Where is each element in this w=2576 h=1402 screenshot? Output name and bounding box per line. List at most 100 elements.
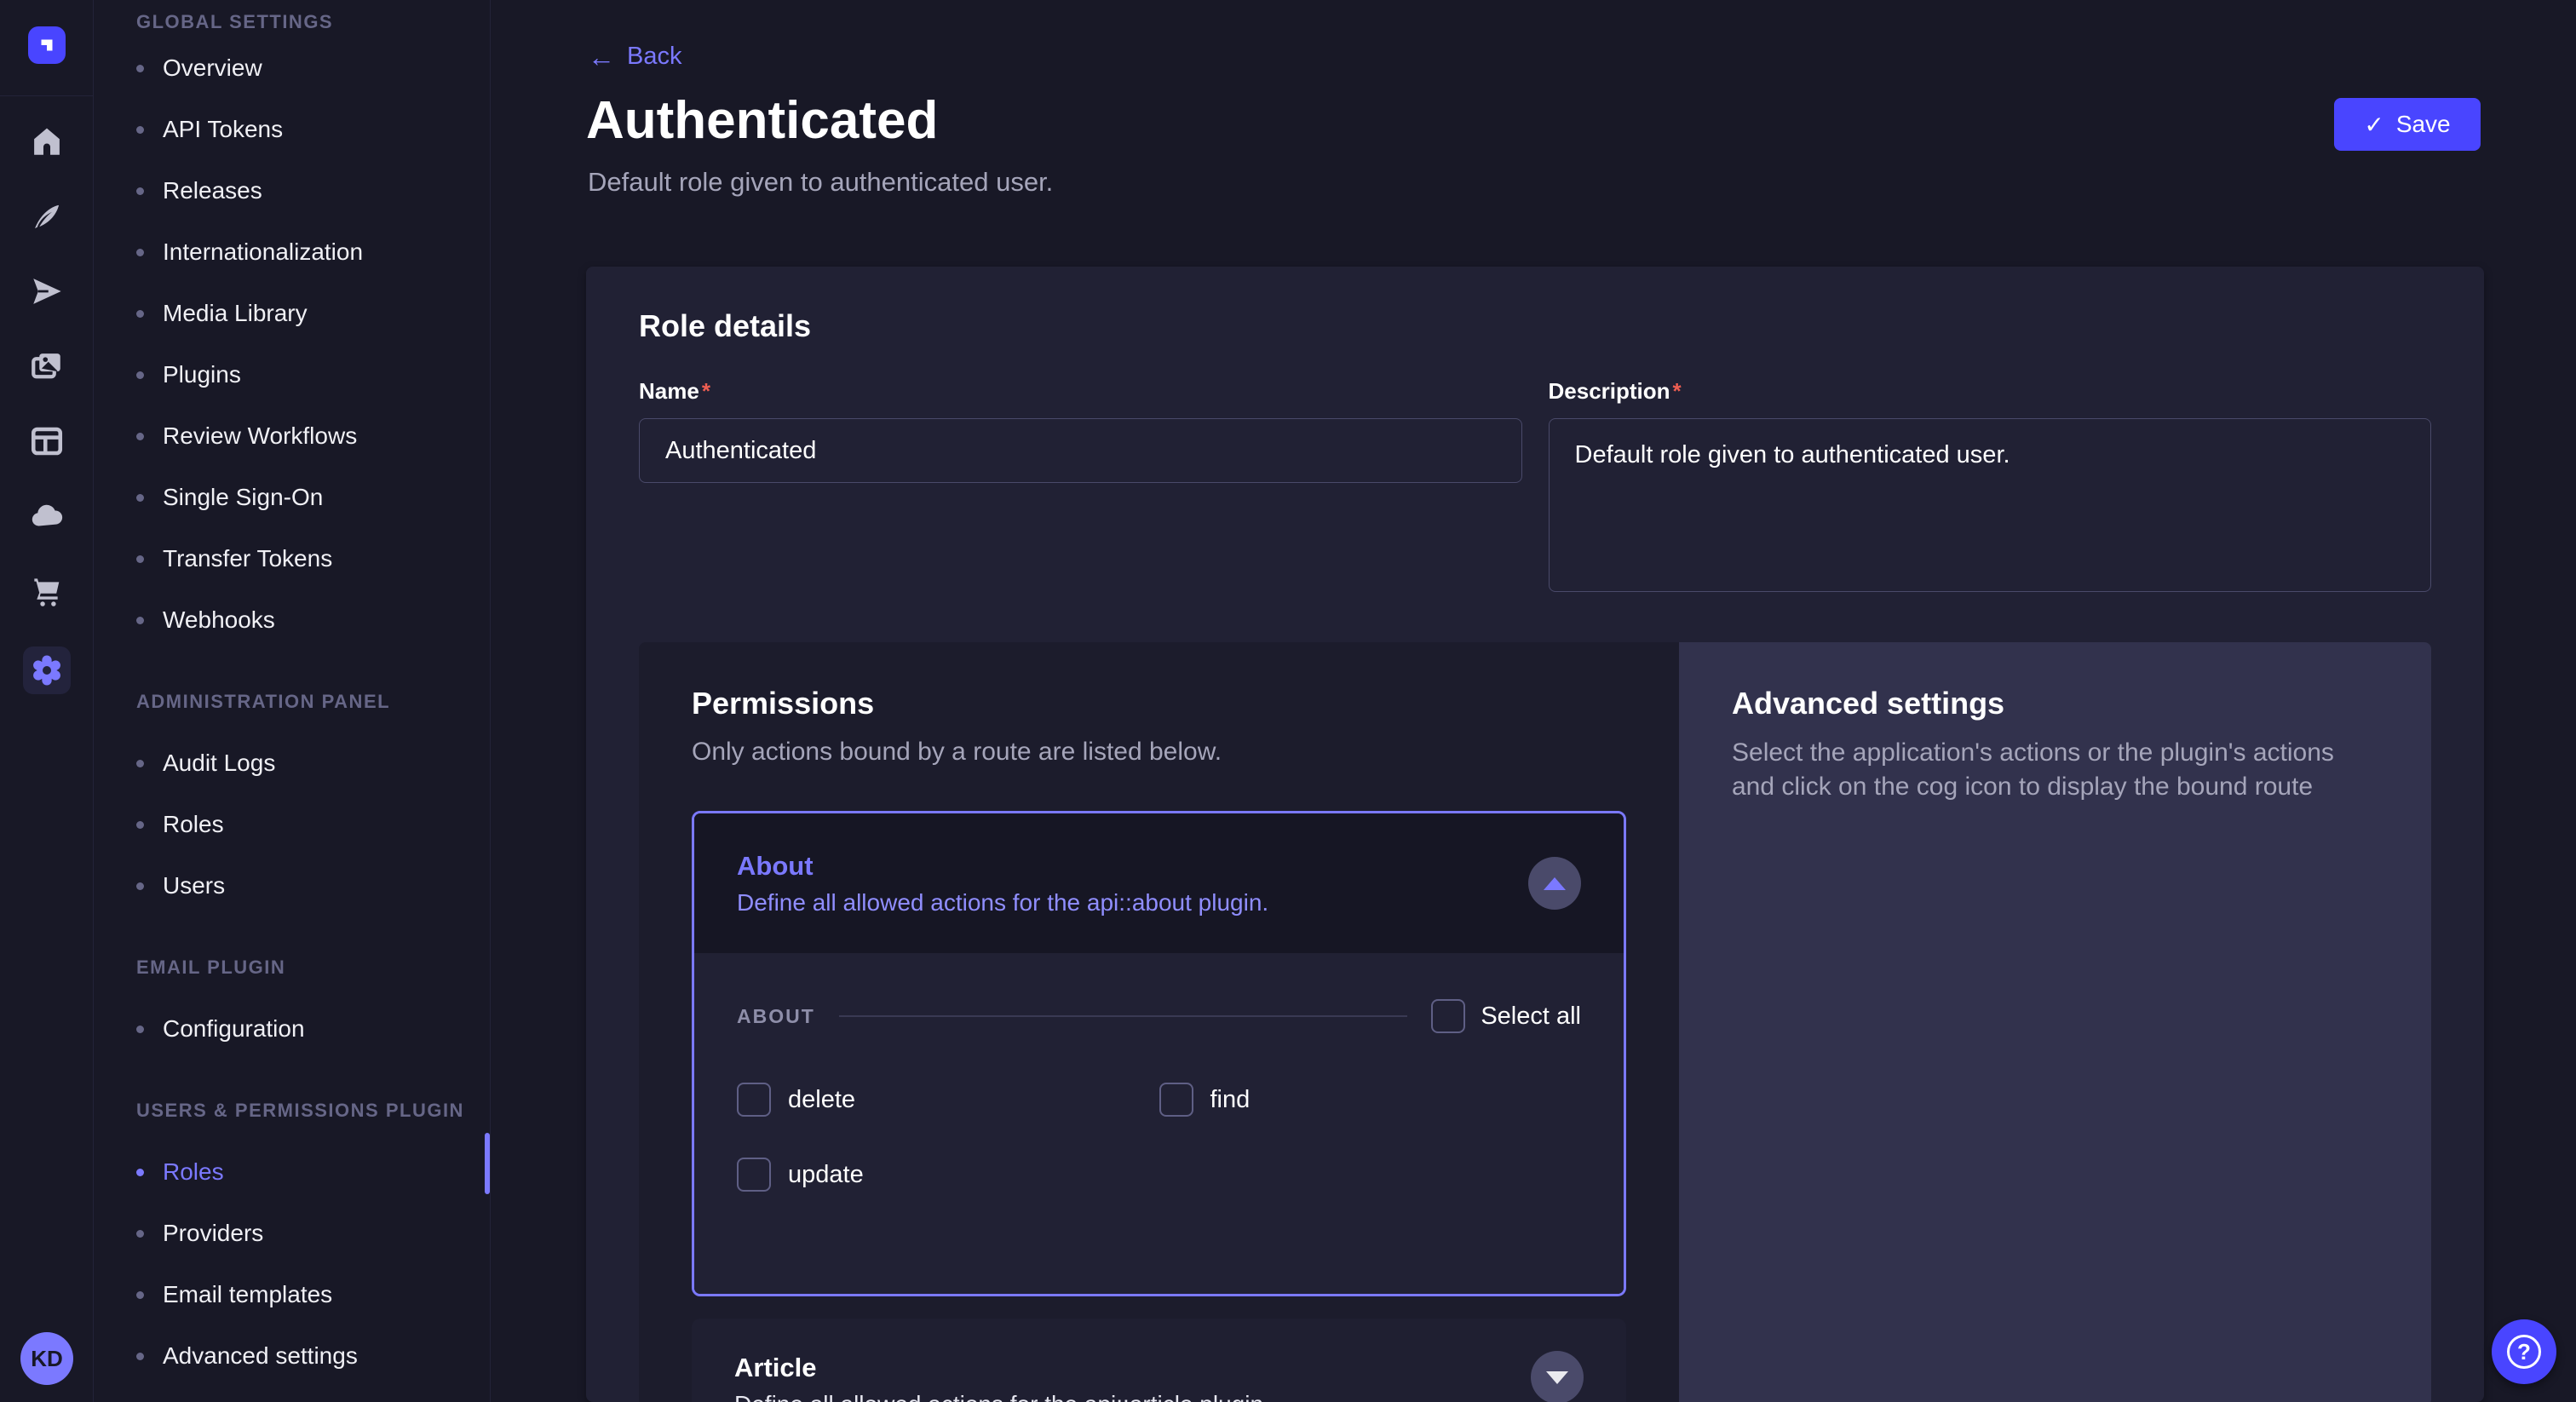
strapi-logo[interactable] xyxy=(28,26,66,64)
bullet-icon xyxy=(136,1230,144,1238)
article-accordion-text: Article Define all allowed actions for t… xyxy=(734,1351,1270,1402)
sidebar-item-audit-logs[interactable]: Audit Logs xyxy=(94,733,490,794)
page-subtitle: Default role given to authenticated user… xyxy=(588,167,1053,198)
settings-gear-icon[interactable] xyxy=(23,646,71,694)
action-delete[interactable]: delete xyxy=(737,1083,1159,1117)
sidebar-item-users[interactable]: Users xyxy=(94,855,490,916)
bullet-icon xyxy=(136,1353,144,1360)
permissions-panel: Permissions Only actions bound by a rout… xyxy=(639,642,1679,1402)
bullet-icon xyxy=(136,1026,144,1033)
sidebar-item-webhooks[interactable]: Webhooks xyxy=(94,589,490,651)
sidebar-item-providers[interactable]: Providers xyxy=(94,1203,490,1264)
about-accordion-subtitle: Define all allowed actions for the api::… xyxy=(737,888,1268,917)
find-checkbox[interactable] xyxy=(1159,1083,1193,1117)
description-textarea[interactable]: Default role given to authenticated user… xyxy=(1549,418,2432,592)
strapi-logo-mark xyxy=(36,34,58,56)
sidebar-item-label: API Tokens xyxy=(163,116,283,143)
rail-divider xyxy=(0,95,94,96)
content-type-builder-icon[interactable] xyxy=(27,422,66,461)
sidebar-item-media-library[interactable]: Media Library xyxy=(94,283,490,344)
bullet-icon xyxy=(136,126,144,134)
sidebar-item-email-templates[interactable]: Email templates xyxy=(94,1264,490,1325)
about-group-label: ABOUT xyxy=(737,1005,815,1028)
bullet-icon xyxy=(136,882,144,890)
action-label: update xyxy=(788,1161,864,1189)
divider-line xyxy=(839,1015,1408,1017)
back-link[interactable]: ← Back xyxy=(588,43,681,71)
action-label: find xyxy=(1210,1086,1251,1114)
about-accordion-body: ABOUT Select all delete xyxy=(694,953,1624,1294)
about-accordion-header[interactable]: About Define all allowed actions for the… xyxy=(694,813,1624,953)
bullet-icon xyxy=(136,249,144,256)
sidebar-item-plugins[interactable]: Plugins xyxy=(94,344,490,405)
save-label: Save xyxy=(2396,111,2451,138)
sidebar-section-users-permissions-plugin: USERS & PERMISSIONS PLUGIN Roles Provide… xyxy=(94,1080,490,1387)
sidebar-item-label: Transfer Tokens xyxy=(163,545,332,572)
sidebar-item-label: Configuration xyxy=(163,1015,305,1043)
name-label-text: Name xyxy=(639,378,699,404)
sidebar-item-single-sign-on[interactable]: Single Sign-On xyxy=(94,467,490,528)
permissions-subtitle: Only actions bound by a route are listed… xyxy=(692,736,1626,768)
description-label-text: Description xyxy=(1549,378,1670,404)
bullet-icon xyxy=(136,494,144,502)
user-avatar[interactable]: KD xyxy=(20,1332,73,1385)
home-icon[interactable] xyxy=(27,122,66,161)
bullet-icon xyxy=(136,433,144,440)
content-manager-icon[interactable] xyxy=(27,197,66,236)
sidebar-item-label: Overview xyxy=(163,55,262,82)
sidebar-item-label: Plugins xyxy=(163,361,241,388)
media-library-icon[interactable] xyxy=(27,347,66,386)
action-find[interactable]: find xyxy=(1159,1083,1582,1117)
sidebar-item-releases[interactable]: Releases xyxy=(94,160,490,221)
cloud-icon[interactable] xyxy=(27,497,66,536)
sidebar-item-label: Advanced settings xyxy=(163,1342,358,1370)
expand-button[interactable] xyxy=(1531,1351,1584,1402)
sidebar-item-internationalization[interactable]: Internationalization xyxy=(94,221,490,283)
sidebar-item-label: Webhooks xyxy=(163,606,275,634)
role-details-heading: Role details xyxy=(639,307,2431,345)
action-update[interactable]: update xyxy=(737,1158,1159,1192)
sidebar-item-label: Providers xyxy=(163,1220,263,1247)
description-field-group: Description* Default role given to authe… xyxy=(1549,377,2432,596)
sidebar-item-admin-roles[interactable]: Roles xyxy=(94,794,490,855)
delete-checkbox[interactable] xyxy=(737,1083,771,1117)
sidebar-item-overview[interactable]: Overview xyxy=(94,37,490,99)
sidebar-item-label: Review Workflows xyxy=(163,422,357,450)
update-checkbox[interactable] xyxy=(737,1158,771,1192)
marketplace-cart-icon[interactable] xyxy=(27,572,66,611)
name-field-group: Name* xyxy=(639,377,1522,483)
name-input[interactable] xyxy=(639,418,1522,483)
sidebar-item-label: Internationalization xyxy=(163,238,363,266)
collapse-button[interactable] xyxy=(1528,857,1581,910)
sidebar-item-api-tokens[interactable]: API Tokens xyxy=(94,99,490,160)
required-asterisk: * xyxy=(702,378,710,404)
role-details-form: Name* Description* Default role given to… xyxy=(639,377,2431,596)
sidebar-item-up-roles[interactable]: Roles xyxy=(94,1141,490,1203)
article-accordion-header[interactable]: Article Define all allowed actions for t… xyxy=(692,1319,1626,1402)
chevron-up-icon xyxy=(1544,877,1566,890)
article-accordion-title: Article xyxy=(734,1351,1270,1385)
select-all-checkbox[interactable] xyxy=(1431,999,1465,1033)
about-accordion-text: About Define all allowed actions for the… xyxy=(737,849,1268,917)
releases-icon[interactable] xyxy=(27,272,66,311)
sidebar-item-advanced-settings[interactable]: Advanced settings xyxy=(94,1325,490,1387)
save-button[interactable]: ✓ Save xyxy=(2334,98,2481,151)
sidebar-scrollbar-thumb[interactable] xyxy=(485,1133,490,1194)
about-group-row: ABOUT Select all xyxy=(737,999,1581,1033)
bullet-icon xyxy=(136,617,144,624)
role-card: Role details Name* Description* Default … xyxy=(586,267,2484,1402)
bullet-icon xyxy=(136,1291,144,1299)
sidebar-item-label: Single Sign-On xyxy=(163,484,323,511)
strapi-settings-page: KD GLOBAL SETTINGS Overview API Tokens R… xyxy=(0,0,2576,1402)
sidebar-item-review-workflows[interactable]: Review Workflows xyxy=(94,405,490,467)
bullet-icon xyxy=(136,310,144,318)
sidebar-item-transfer-tokens[interactable]: Transfer Tokens xyxy=(94,528,490,589)
sidebar-item-label: Releases xyxy=(163,177,262,204)
bullet-icon xyxy=(136,555,144,563)
help-button[interactable]: ? xyxy=(2492,1319,2556,1384)
bullet-icon xyxy=(136,821,144,829)
sidebar-item-configuration[interactable]: Configuration xyxy=(94,998,490,1060)
sidebar-item-label: Email templates xyxy=(163,1281,332,1308)
about-accordion: About Define all allowed actions for the… xyxy=(692,811,1626,1296)
question-mark-icon: ? xyxy=(2507,1335,2541,1369)
